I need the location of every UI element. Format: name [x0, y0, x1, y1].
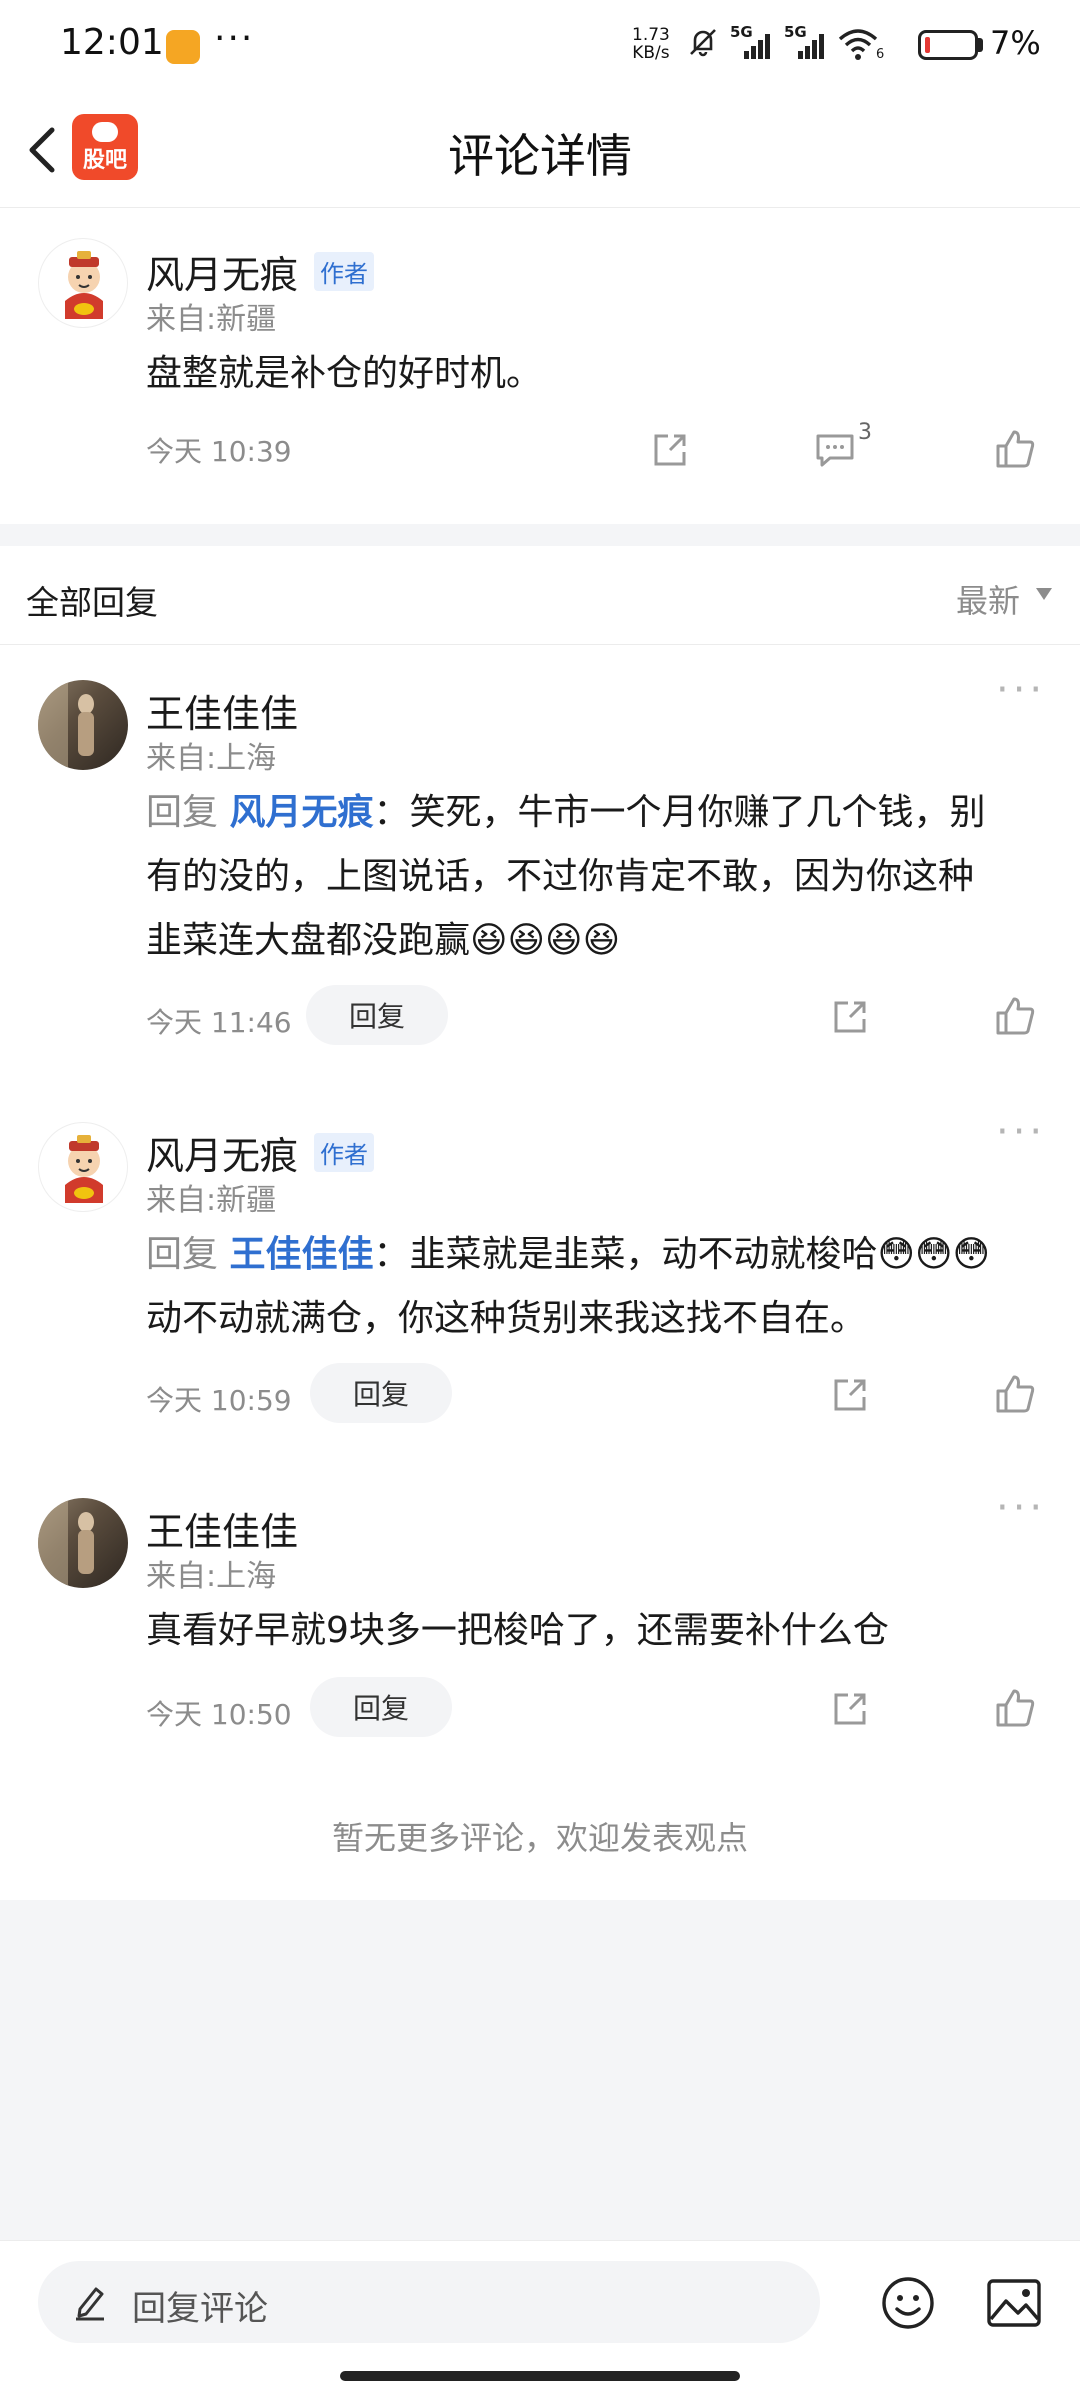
author-badge: 作者: [314, 252, 374, 291]
author-badge: 作者: [314, 1133, 374, 1172]
main-comment: 风月无痕 作者 来自:新疆 盘整就是补仓的好时机。 今天 10:39 3: [0, 208, 1080, 524]
more-options-icon[interactable]: ···: [996, 667, 1046, 713]
like-icon: [996, 1375, 1035, 1413]
avatar[interactable]: [38, 680, 128, 770]
avatar[interactable]: [38, 238, 128, 328]
reply-content: 回复 王佳佳佳：韭菜就是韭菜，动不动就梭哈😳😳😳 动不动就满仓，你这种货别来我这…: [146, 1234, 991, 1339]
post-username[interactable]: 风月无痕: [146, 244, 298, 299]
reply-button[interactable]: 回复: [310, 1677, 452, 1737]
photo-avatar-icon: [38, 1498, 94, 1588]
share-icon: [834, 1001, 866, 1033]
post-content: 盘整就是补仓的好时机。: [146, 353, 543, 394]
mention-link[interactable]: 王佳佳佳: [229, 1234, 373, 1275]
reply-username[interactable]: 王佳佳佳: [146, 683, 298, 738]
comment-button[interactable]: [814, 430, 856, 470]
like-button[interactable]: [994, 995, 1036, 1037]
reply-time: 今天 11:46: [146, 1006, 292, 1039]
gesture-bar: [340, 2371, 740, 2381]
comment-icon: [816, 434, 854, 467]
status-icons: 5G 5G 6: [686, 23, 884, 64]
network-speed: 1.73 KB/s: [632, 25, 670, 63]
top-nav-bar: 股吧 评论详情: [0, 92, 1080, 208]
reply-time: 今天 10:59: [146, 1384, 292, 1417]
post-location: 来自:新疆: [146, 302, 277, 337]
section-title: 全部回复: [26, 583, 158, 622]
sort-dropdown[interactable]: 最新: [956, 576, 1020, 622]
more-options-icon[interactable]: ···: [996, 1485, 1046, 1531]
like-button[interactable]: [994, 1373, 1036, 1415]
like-icon: [996, 1689, 1035, 1727]
reply-content: 真看好早就9块多一把梭哈了，还需要补什么仓: [146, 1610, 889, 1651]
sort-caret-icon[interactable]: [1036, 588, 1052, 600]
reply-comment-input[interactable]: 回复评论: [38, 2261, 820, 2343]
like-icon: [996, 430, 1035, 468]
reply-count: 3: [858, 420, 872, 445]
more-options-icon[interactable]: ···: [996, 1109, 1046, 1155]
reply-time: 今天 10:50: [146, 1698, 292, 1731]
share-icon: [834, 1693, 866, 1725]
reply-location: 来自:上海: [146, 1559, 277, 1594]
signal-5g-icon-2: 5G: [784, 23, 828, 61]
notification-app-icon: [166, 30, 200, 64]
status-time: 12:01: [60, 22, 164, 63]
status-bar: 12:01 ··· 1.73 KB/s 5G 5G 6 7%: [0, 0, 1080, 92]
reply-username[interactable]: 风月无痕: [146, 1125, 298, 1180]
reply-button[interactable]: 回复: [306, 985, 448, 1045]
like-button[interactable]: [994, 428, 1036, 470]
reply-location: 来自:上海: [146, 741, 277, 776]
signal-5g-icon: 5G: [730, 23, 774, 61]
emoji-button[interactable]: [880, 2275, 936, 2331]
reply-location: 来自:新疆: [146, 1183, 277, 1218]
no-more-comments-note: 暂无更多评论，欢迎发表观点: [331, 1819, 748, 1857]
reply-list: 王佳佳佳 ··· 来自:上海 回复 风月无痕：笑死，牛市一个月你赚了几个钱，别 …: [0, 645, 1080, 1900]
mascot-avatar-icon: [65, 251, 103, 319]
mute-bell-icon: [686, 25, 720, 63]
wifi-icon: 6: [838, 27, 884, 62]
status-more-dots: ···: [214, 18, 255, 59]
mascot-avatar-icon: [65, 1135, 103, 1203]
mention-link[interactable]: 风月无痕: [229, 792, 373, 833]
share-button[interactable]: [830, 1689, 870, 1729]
page-title: 评论详情: [448, 129, 632, 183]
share-button[interactable]: [830, 997, 870, 1037]
battery-icon: [918, 30, 978, 60]
share-icon: [834, 1379, 866, 1411]
image-icon: [987, 2279, 1041, 2327]
share-button[interactable]: [650, 430, 690, 470]
replies-section-header: 全部回复 最新: [0, 546, 1080, 645]
edit-icon: [72, 2283, 108, 2325]
bottom-input-bar: 回复评论: [0, 2240, 1080, 2401]
input-placeholder: 回复评论: [132, 2289, 268, 2329]
battery-percent: 7%: [990, 24, 1041, 62]
reply-content: 回复 风月无痕：笑死，牛市一个月你赚了几个钱，别 有的没的，上图说话，不过你肯定…: [146, 792, 986, 961]
like-icon: [996, 997, 1035, 1035]
like-button[interactable]: [994, 1687, 1036, 1729]
reply-button[interactable]: 回复: [310, 1363, 452, 1423]
image-button[interactable]: [986, 2277, 1042, 2329]
avatar[interactable]: [38, 1122, 128, 1212]
share-button[interactable]: [830, 1375, 870, 1415]
share-icon: [654, 434, 686, 466]
reply-username[interactable]: 王佳佳佳: [146, 1501, 298, 1556]
photo-avatar-icon: [38, 680, 94, 770]
avatar[interactable]: [38, 1498, 128, 1588]
emoji-icon: [882, 2277, 934, 2329]
post-time: 今天 10:39: [146, 435, 292, 468]
